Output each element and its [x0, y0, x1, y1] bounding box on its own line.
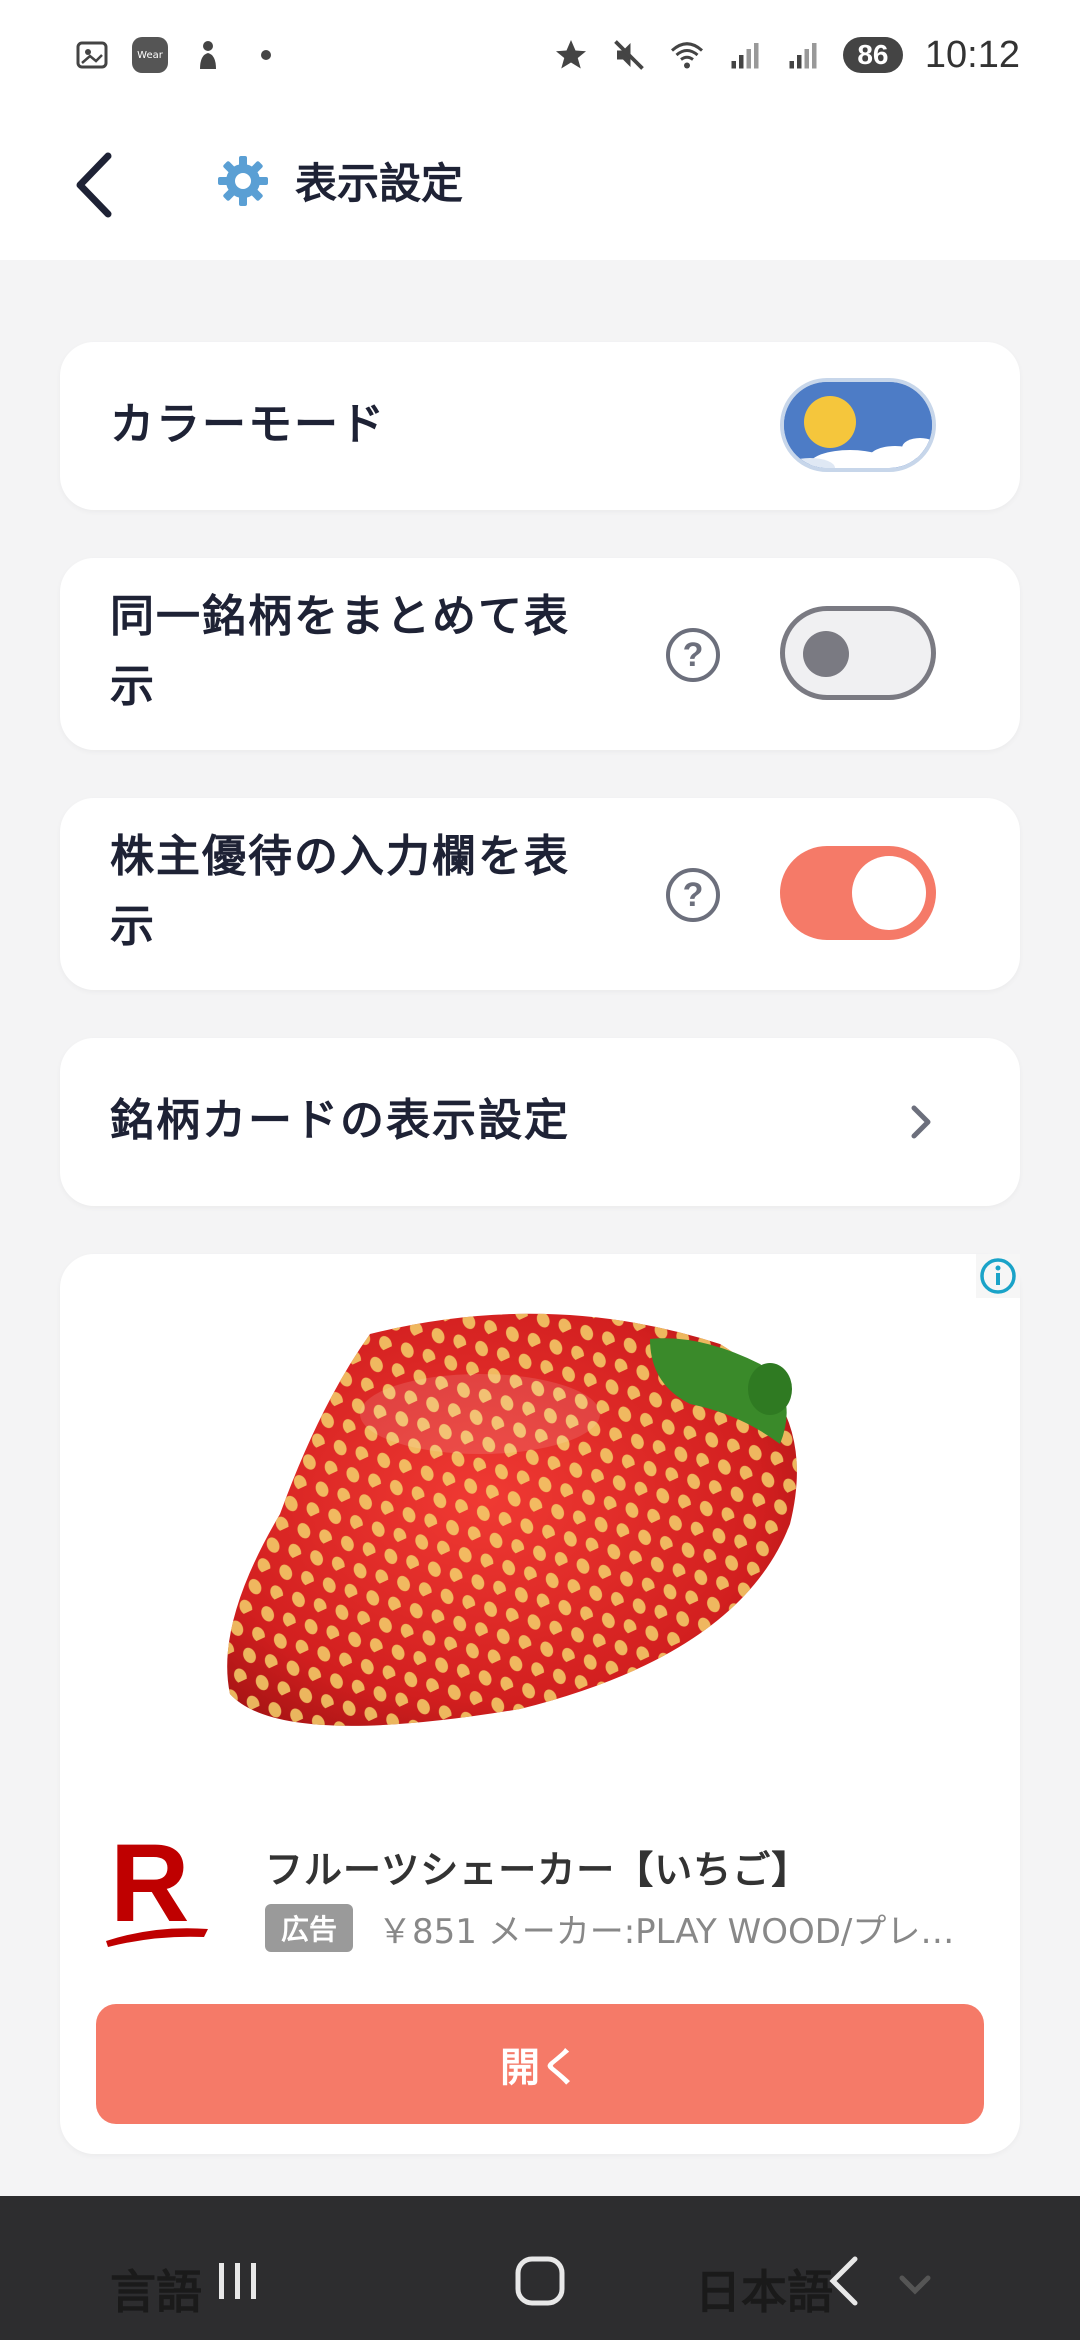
signal-icon-2	[785, 37, 821, 73]
chevron-left-icon	[76, 152, 112, 218]
battery-indicator: 86	[842, 37, 903, 73]
color-mode-card: カラーモード	[60, 342, 1020, 510]
language-label: 言語	[110, 2265, 202, 2319]
home-icon	[515, 2256, 565, 2306]
recent-apps-button[interactable]	[192, 2236, 282, 2326]
app-bar: 表示設定	[0, 110, 1080, 260]
wifi-icon	[669, 37, 705, 73]
color-mode-toggle[interactable]	[780, 378, 936, 472]
chevron-right-icon	[911, 1105, 931, 1139]
back-button[interactable]	[50, 140, 140, 230]
status-left: Wear	[74, 37, 284, 73]
shareholder-benefits-label-line1: 株主優待の入力欄を表	[110, 831, 570, 882]
shareholder-benefits-card: 株主優待の入力欄を表 示 ?	[60, 798, 1020, 990]
ad-description: ￥851 メーカー:PLAY WOOD/プレイウッド	[378, 1912, 988, 1952]
group-same-stock-label-line1: 同一銘柄をまとめて表	[110, 591, 570, 642]
mute-icon	[611, 37, 647, 73]
gear-icon	[218, 155, 268, 206]
back-nav-icon	[829, 2256, 858, 2306]
bottom-navigation-bar: 言語 日本語	[0, 2196, 1080, 2340]
person-icon	[190, 37, 226, 73]
recent-apps-icon	[219, 2263, 256, 2299]
page-title: 表示設定	[295, 159, 464, 208]
dropdown-button[interactable]	[870, 2240, 960, 2330]
sun-icon	[784, 382, 932, 468]
strawberry-image[interactable]	[220, 1294, 880, 1734]
color-mode-label: カラーモード	[110, 399, 386, 450]
signal-icon	[727, 37, 763, 73]
group-same-stock-card: 同一銘柄をまとめて表 示 ?	[60, 558, 1020, 750]
group-same-stock-label-line2: 示	[110, 661, 156, 712]
stock-card-display-row[interactable]: 銘柄カードの表示設定	[60, 1038, 1020, 1206]
ad-title[interactable]: フルーツシェーカー【いちご】	[265, 1839, 810, 1894]
title-wrap: 表示設定	[215, 150, 463, 211]
group-same-stock-toggle[interactable]	[780, 606, 936, 700]
toggle-knob	[803, 631, 849, 677]
info-icon[interactable]	[976, 1254, 1020, 1298]
open-button[interactable]: 開く	[96, 2004, 984, 2124]
rakuten-logo: R	[106, 1829, 208, 1947]
shareholder-benefits-toggle[interactable]	[780, 846, 936, 940]
status-bar: Wear 86 10:12	[0, 0, 1080, 110]
shareholder-benefits-label-line2: 示	[110, 901, 156, 952]
home-button[interactable]	[495, 2236, 585, 2326]
dot-icon	[248, 37, 284, 73]
help-icon[interactable]: ?	[666, 628, 720, 682]
clock: 10:12	[924, 33, 1020, 76]
screenshot-icon	[74, 37, 110, 73]
star-icon	[553, 37, 589, 73]
ad-card: R フルーツシェーカー【いちご】 広告 ￥851 メーカー:PLAY WOOD/…	[60, 1254, 1020, 2154]
status-right: 86 10:12	[553, 34, 1020, 77]
chevron-down-icon	[899, 2275, 931, 2295]
toggle-knob	[852, 856, 926, 930]
svg-text:R: R	[110, 1829, 189, 1945]
ad-badge: 広告	[265, 1904, 354, 1952]
stock-card-display-label: 銘柄カードの表示設定	[110, 1095, 570, 1146]
help-icon[interactable]: ?	[666, 868, 720, 922]
wear-app-icon: Wear	[132, 37, 168, 73]
